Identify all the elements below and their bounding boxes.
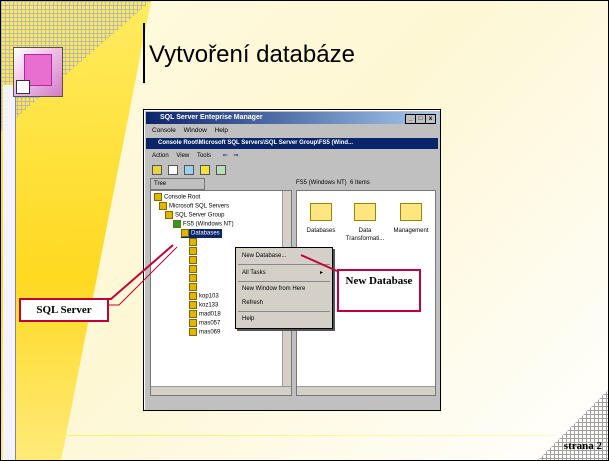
pointer-new-database	[300, 254, 338, 272]
pointer-sql-server-2	[81, 246, 178, 306]
pointer-sql-server	[81, 244, 174, 300]
page-number: strana 2	[563, 440, 602, 452]
callout-new-database: New Database	[337, 269, 421, 312]
callout-sql-server: SQL Server	[19, 298, 109, 322]
bottom-divider	[35, 435, 555, 436]
callout-pointers	[81, 244, 338, 306]
slide: Vytvoření databáze SQL Server Enteprise …	[0, 0, 609, 461]
